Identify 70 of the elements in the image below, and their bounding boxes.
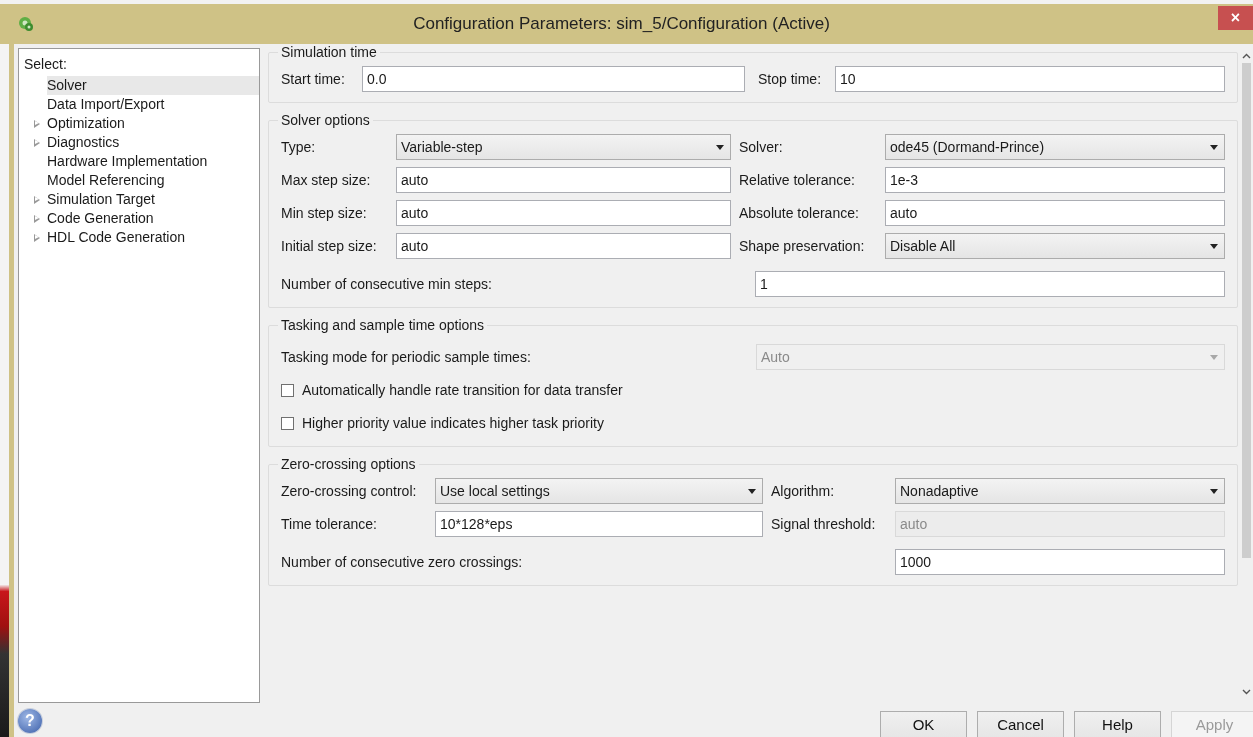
tree-item[interactable]: Hardware Implementation — [47, 152, 259, 171]
window-title: Configuration Parameters: sim_5/Configuration (Active) — [412, 14, 831, 34]
tree-item[interactable]: Code Generation — [47, 209, 259, 228]
tree-item[interactable]: Model Referencing — [47, 171, 259, 190]
dialog-button[interactable]: OK — [880, 711, 967, 737]
scroll-down-icon[interactable] — [1242, 689, 1251, 695]
input-field[interactable]: 10 — [835, 66, 1225, 92]
group-title: Tasking and sample time options — [280, 317, 486, 333]
field-label: Stop time: — [758, 71, 823, 87]
field-label: Zero-crossing control: — [281, 483, 418, 499]
expand-arrow-icon[interactable] — [34, 214, 40, 223]
field-label: Tasking mode for periodic sample times: — [281, 349, 532, 365]
dialog-button[interactable]: Cancel — [977, 711, 1064, 737]
expand-arrow-icon[interactable] — [34, 119, 40, 128]
field-label: Max step size: — [281, 172, 372, 188]
dropdown-arrow-icon — [716, 144, 724, 150]
scrollbar-thumb[interactable] — [1242, 63, 1251, 558]
field-label: Initial step size: — [281, 238, 378, 254]
field-label: Min step size: — [281, 205, 368, 221]
expand-arrow-icon[interactable] — [34, 138, 40, 147]
input-field[interactable]: 1e-3 — [885, 167, 1225, 193]
field-label: Type: — [281, 139, 317, 155]
dropdown-arrow-icon — [1210, 488, 1218, 494]
input-field[interactable]: 0.0 — [362, 66, 745, 92]
input-field[interactable]: 1000 — [895, 549, 1225, 575]
close-button[interactable]: × — [1218, 6, 1253, 30]
expand-arrow-icon[interactable] — [34, 233, 40, 242]
select-heading: Select: — [23, 55, 68, 74]
tree-item[interactable]: HDL Code Generation — [47, 228, 259, 247]
tree-item[interactable]: Solver — [47, 76, 259, 95]
dropdown-arrow-icon — [1210, 243, 1218, 249]
expand-arrow-icon[interactable] — [34, 195, 40, 204]
checkbox[interactable] — [281, 416, 294, 430]
tree-item[interactable]: Data Import/Export — [47, 95, 259, 114]
checkbox-label: Automatically handle rate transition for data transfer — [302, 382, 623, 398]
field-label: Start time: — [281, 71, 346, 87]
gear-icon — [18, 16, 34, 32]
dropdown[interactable]: Variable-step — [396, 134, 731, 160]
checkbox[interactable] — [281, 383, 294, 397]
dropdown[interactable]: ode45 (Dormand-Prince) — [885, 134, 1225, 160]
group-title: Simulation time — [280, 44, 378, 60]
input-field[interactable]: auto — [396, 233, 731, 259]
input-field[interactable]: auto — [396, 200, 731, 226]
field-label: Relative tolerance: — [739, 172, 856, 188]
field-label: Shape preservation: — [739, 238, 866, 254]
input-field[interactable]: 10*128*eps — [435, 511, 763, 537]
group-title: Solver options — [280, 112, 371, 128]
field-label: Solver: — [739, 139, 784, 155]
field-label: Number of consecutive zero crossings: — [281, 554, 524, 570]
dropdown-arrow-icon — [1210, 354, 1218, 360]
checkbox-label: Higher priority value indicates higher task priority — [302, 415, 604, 431]
field-label: Algorithm: — [771, 483, 836, 499]
input-field[interactable]: auto — [396, 167, 731, 193]
scroll-up-icon[interactable] — [1242, 53, 1251, 59]
dropdown-arrow-icon — [748, 488, 756, 494]
field-label: Time tolerance: — [281, 516, 378, 532]
dropdown[interactable]: Disable All — [885, 233, 1225, 259]
input-field[interactable]: auto — [885, 200, 1225, 226]
input-field[interactable]: 1 — [755, 271, 1225, 297]
tree-item[interactable]: Diagnostics — [47, 133, 259, 152]
tree-item[interactable]: Optimization — [47, 114, 259, 133]
group-title: Zero-crossing options — [280, 456, 417, 472]
tree-item[interactable]: Simulation Target — [47, 190, 259, 209]
field-label: Signal threshold: — [771, 516, 877, 532]
field-label: Absolute tolerance: — [739, 205, 860, 221]
field-label: Number of consecutive min steps: — [281, 276, 493, 292]
dropdown-arrow-icon — [1210, 144, 1218, 150]
dropdown[interactable]: Nonadaptive — [895, 478, 1225, 504]
dialog-button[interactable]: Help — [1074, 711, 1161, 737]
dropdown[interactable]: Use local settings — [435, 478, 763, 504]
